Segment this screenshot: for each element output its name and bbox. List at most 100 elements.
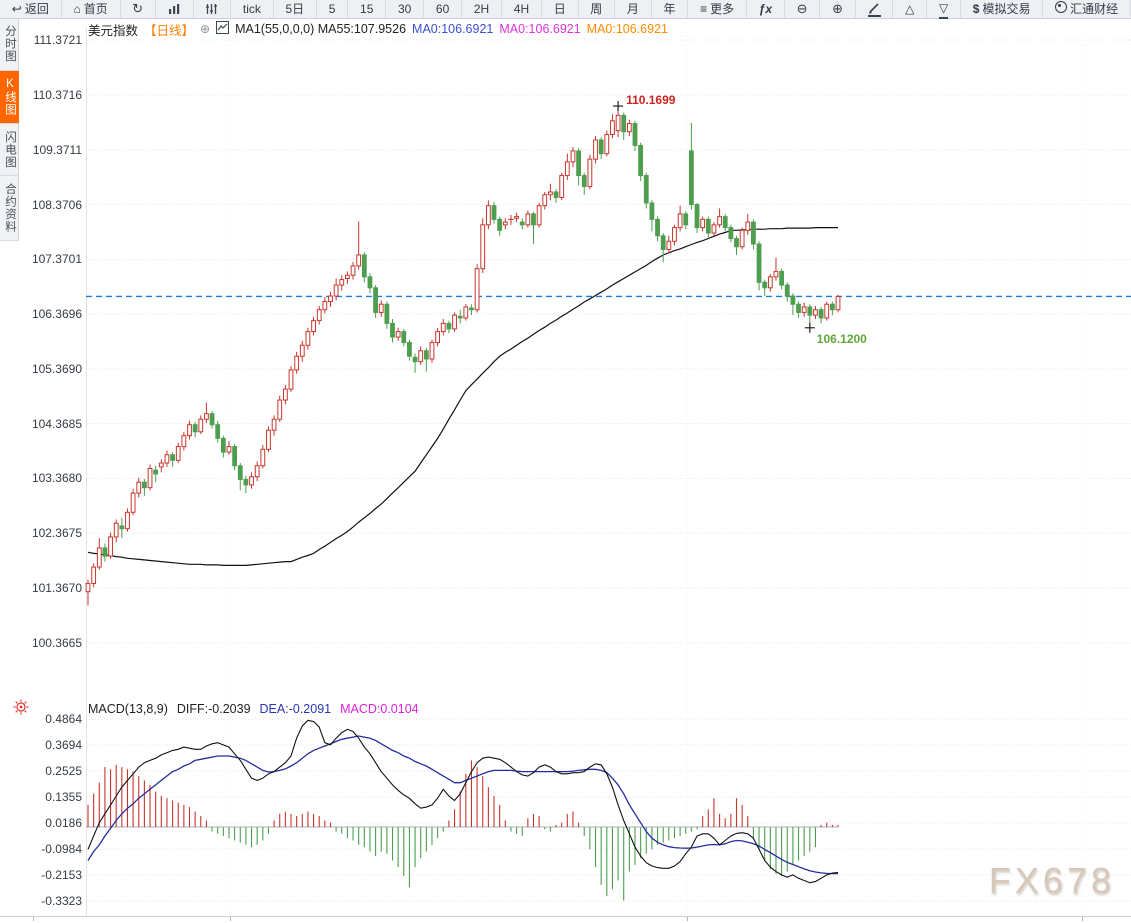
sim-trading-button[interactable]: $ 模拟交易 xyxy=(961,0,1044,18)
period-5d-button[interactable]: 5日 xyxy=(274,0,317,18)
symbol-name: 美元指数 xyxy=(88,23,139,38)
macd-axis-label: -0.2153 xyxy=(41,867,82,882)
price-axis-label: 107.3701 xyxy=(31,252,82,267)
macd-settings-icon[interactable] xyxy=(13,699,29,720)
menu-icon: ≡ xyxy=(700,1,708,16)
period-5-button[interactable]: 5 xyxy=(317,0,349,18)
marker-down-button[interactable]: ▽ xyxy=(927,0,961,19)
pencil-icon xyxy=(867,2,881,17)
sidebar-tab-time-chart[interactable]: 分时图 xyxy=(0,18,19,71)
sidebar-tab-kline-chart[interactable]: K线图 xyxy=(0,70,19,124)
period-15-button[interactable]: 15 xyxy=(348,0,387,18)
chart-type-bars-button[interactable] xyxy=(156,0,194,18)
globe-icon xyxy=(1055,0,1068,18)
toolbar-button-label: 更多 xyxy=(710,1,735,16)
toolbar-button-label: 模拟交易 xyxy=(982,1,1031,16)
macd-diff-value: DIFF:-0.2039 xyxy=(176,701,251,716)
chart-type-candle-button[interactable] xyxy=(194,0,232,18)
toolbar-button-label: 5日 xyxy=(285,1,305,16)
period-week-button[interactable]: 周 xyxy=(579,0,616,18)
home-button[interactable]: ⌂ 首页 xyxy=(62,0,121,18)
price-axis-label: 106.3696 xyxy=(31,307,82,322)
toolbar-button-label: 60 xyxy=(435,1,450,16)
price-axis-label: 111.3721 xyxy=(33,33,82,48)
price-axis-label: 105.3690 xyxy=(31,361,82,376)
time-axis-tick xyxy=(1082,917,1083,921)
fx678-watermark: FX678 xyxy=(988,860,1115,901)
macd-axis-label: -0.0984 xyxy=(41,842,82,856)
draw-pencil-button[interactable] xyxy=(856,0,894,18)
toolbar-button-label: 周 xyxy=(590,1,603,16)
time-axis-tick xyxy=(687,917,688,921)
price-axis-label: 101.3670 xyxy=(31,581,82,596)
price-axis-label: 104.3685 xyxy=(31,416,82,431)
candle-settings-icon xyxy=(205,3,218,15)
toolbar-button-label: 15 xyxy=(360,1,374,16)
chart-type-sidebar: 分时图 K线图 闪电图 合约资料 xyxy=(0,18,19,241)
toolbar-button-label: 30 xyxy=(397,1,412,16)
back-button[interactable]: ↩ 返回 xyxy=(0,0,62,18)
marker-up-button[interactable]: △ xyxy=(893,0,928,18)
macd-params: MACD(13,8,9) xyxy=(88,701,168,716)
time-axis-tick xyxy=(230,917,231,921)
refresh-icon: ↻ xyxy=(132,1,144,16)
price-axis-label: 109.3711 xyxy=(32,142,82,157)
zoom-in-button[interactable]: ⊕ xyxy=(820,0,856,18)
trading-app-window: ↩ 返回 ⌂ 首页 ↻ tick 5日 5 15 30 60 2H 4H 日周月年 ≡ 更多 ƒx ⊖ ⊕ △ ▽ $ 模拟… xyxy=(0,0,1131,923)
sidebar-tab-contract-info[interactable]: 合约资料 xyxy=(0,176,19,241)
indicators-button[interactable]: ƒx xyxy=(747,0,785,18)
toolbar-button-label: 4H xyxy=(513,1,530,16)
top-toolbar: ↩ 返回 ⌂ 首页 ↻ tick 5日 5 15 30 60 2H 4H 日周月年 ≡ 更多 ƒx ⊖ ⊕ △ ▽ $ 模拟… xyxy=(0,0,1131,19)
toolbar-button-label: 首页 xyxy=(83,1,108,16)
price-axis-label: 108.3706 xyxy=(31,197,82,212)
fx-icon: ƒx xyxy=(758,1,773,16)
add-indicator-icon[interactable]: ⊕ xyxy=(200,22,210,36)
macd-axis-label: 0.3694 xyxy=(45,738,82,752)
bottom-axis-line xyxy=(0,916,1131,917)
price-axis-label: 103.3680 xyxy=(31,471,82,486)
macd-dea-value: DEA:-0.2091 xyxy=(259,701,332,716)
low-price-annotation: 106.1200 xyxy=(816,331,867,346)
triangle-up-icon: △ xyxy=(905,1,915,16)
fx678-news-button[interactable]: 汇通财经 xyxy=(1043,0,1131,18)
toolbar-button-label: 日 xyxy=(553,1,566,16)
chart-header: 美元指数 【日线】 ⊕ MA1(55,0,0,0) MA55:107.9526 M… xyxy=(88,21,668,38)
ma0-value-magenta: MA0:106.6921 xyxy=(499,22,581,36)
zoom-in-icon: ⊕ xyxy=(832,1,843,16)
ma55-value: MA1(55,0,0,0) MA55:107.9526 xyxy=(235,22,407,36)
period-month-button[interactable]: 月 xyxy=(615,0,652,18)
dollar-icon: $ xyxy=(972,1,980,16)
time-axis-tick xyxy=(33,917,34,921)
period-4h-button[interactable]: 4H xyxy=(502,0,542,18)
mini-chart-icon xyxy=(216,21,230,37)
bar-chart-icon xyxy=(168,3,181,15)
toolbar-button-label: 年 xyxy=(663,1,676,16)
macd-macd-value: MACD:0.0104 xyxy=(340,701,419,716)
more-button[interactable]: ≡ 更多 xyxy=(688,0,747,18)
period-tick-button[interactable]: tick xyxy=(231,0,274,18)
toolbar-button-label: 5 xyxy=(328,1,336,16)
toolbar-button-label: tick xyxy=(242,1,261,16)
price-axis-label: 110.3716 xyxy=(32,87,82,102)
high-price-annotation: 110.1699 xyxy=(626,93,676,108)
home-icon: ⌂ xyxy=(73,1,81,16)
triangle-down-icon: ▽ xyxy=(938,0,949,19)
period-year-button[interactable]: 年 xyxy=(652,0,689,18)
back-arrow-icon: ↩ xyxy=(11,1,22,16)
sidebar-tab-lightning-chart[interactable]: 闪电图 xyxy=(0,123,19,176)
ma0-value-blue: MA0:106.6921 xyxy=(412,22,494,36)
period-30-button[interactable]: 30 xyxy=(386,0,425,18)
toolbar-button-label: 汇通财经 xyxy=(1070,1,1119,16)
zoom-out-icon: ⊖ xyxy=(796,1,808,16)
period-day-button[interactable]: 日 xyxy=(542,0,579,18)
period-60-button[interactable]: 60 xyxy=(424,0,463,18)
toolbar-button-label: 月 xyxy=(626,1,639,16)
period-2h-button[interactable]: 2H xyxy=(462,0,502,18)
zoom-out-button[interactable]: ⊖ xyxy=(785,0,821,18)
price-chart-canvas[interactable] xyxy=(0,0,1131,923)
macd-axis-label: 0.0186 xyxy=(45,815,82,830)
macd-axis-label: 0.2525 xyxy=(45,763,82,778)
price-axis-label: 100.3665 xyxy=(31,635,82,650)
refresh-button[interactable]: ↻ xyxy=(121,0,156,18)
macd-header: MACD(13,8,9) DIFF:-0.2039 DEA:-0.2091 MA… xyxy=(88,701,419,716)
